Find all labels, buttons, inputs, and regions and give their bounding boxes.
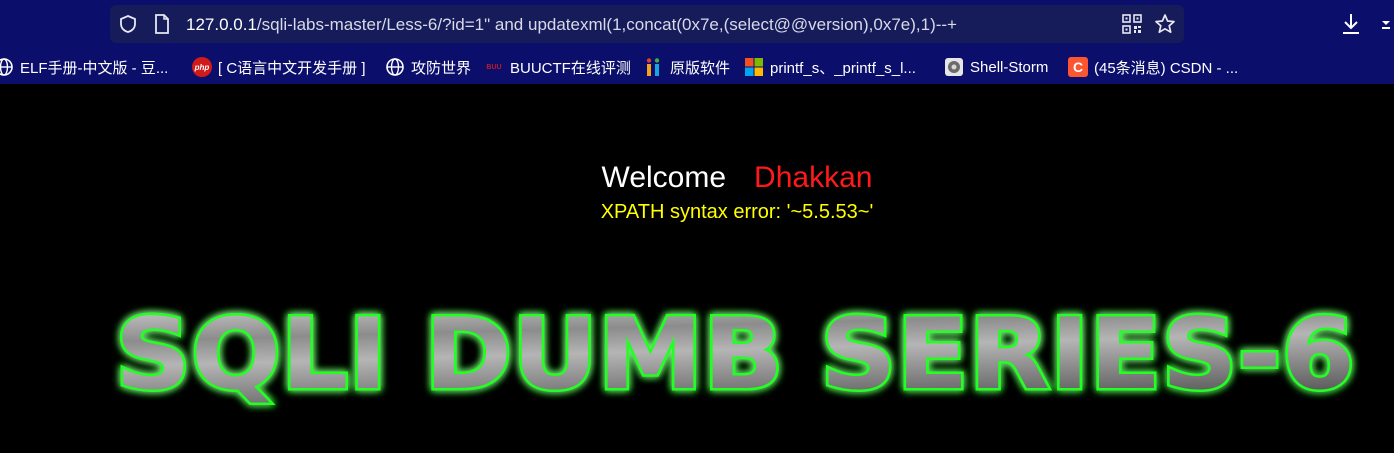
star-icon[interactable] bbox=[1154, 13, 1176, 35]
page-content: Welcome Dhakkan XPATH syntax error: '~5.5… bbox=[0, 84, 1394, 453]
globe-icon bbox=[385, 57, 405, 77]
bookmark-itellyou[interactable]: 原版软件 bbox=[644, 56, 730, 78]
bookmark-adworld[interactable]: 攻防世界 bbox=[385, 56, 471, 78]
bookmark-label: [ C语言中文开发手册 ] bbox=[218, 59, 366, 77]
bookmark-c-manual[interactable]: php [ C语言中文开发手册 ] bbox=[192, 56, 366, 78]
buuctf-icon: BUU bbox=[486, 63, 502, 71]
bookmark-buuctf[interactable]: BUU BUUCTF在线评测 bbox=[484, 56, 631, 78]
url-path: /sqli-labs-master/Less-6/?id=1" and upda… bbox=[256, 15, 957, 34]
download-icon[interactable] bbox=[1340, 12, 1362, 36]
bookmark-label: ELF手册-中文版 - 豆... bbox=[20, 59, 169, 77]
banner-title: SQLI DUMB SERIES-6 bbox=[113, 296, 1358, 415]
php-icon: php bbox=[192, 57, 212, 77]
overflow-icon[interactable] bbox=[1378, 12, 1394, 36]
bookmark-shell-storm[interactable]: Shell-Storm bbox=[944, 56, 1048, 78]
browser-toolbar: 127.0.0.1/sqli-labs-master/Less-6/?id=1"… bbox=[0, 0, 1394, 50]
banner-text: SQLI DUMB SERIES-6 bbox=[115, 298, 1355, 412]
page-icon bbox=[155, 14, 169, 34]
bookmark-label: BUUCTF在线评测 bbox=[510, 59, 631, 77]
bookmark-printf[interactable]: printf_s、_printf_s_l... bbox=[744, 56, 916, 78]
bookmarks-bar: ELF手册-中文版 - 豆... php [ C语言中文开发手册 ] 攻防世界 … bbox=[0, 50, 1394, 84]
bookmark-elf-manual[interactable]: ELF手册-中文版 - 豆... bbox=[0, 56, 168, 78]
windows-icon bbox=[744, 57, 764, 77]
globe-icon bbox=[0, 57, 14, 77]
xpath-error-message: XPATH syntax error: '~5.5.53~' bbox=[600, 201, 874, 223]
bookmark-label: Shell-Storm bbox=[970, 58, 1049, 76]
welcome-line: Welcome Dhakkan bbox=[0, 160, 1394, 196]
itellyou-icon bbox=[644, 57, 664, 77]
shield-icon[interactable] bbox=[118, 14, 138, 34]
bookmark-label: 原版软件 bbox=[670, 59, 731, 77]
user-name: Dhakkan bbox=[754, 161, 873, 194]
url-host: 127.0.0.1 bbox=[186, 15, 257, 34]
url-text[interactable]: 127.0.0.1/sqli-labs-master/Less-6/?id=1"… bbox=[186, 14, 1106, 36]
shell-storm-icon bbox=[944, 57, 964, 77]
qr-code-icon[interactable] bbox=[1122, 14, 1142, 34]
welcome-text: Welcome bbox=[601, 161, 727, 194]
address-bar[interactable]: 127.0.0.1/sqli-labs-master/Less-6/?id=1"… bbox=[110, 5, 1184, 43]
csdn-icon: C bbox=[1068, 57, 1088, 77]
bookmark-label: printf_s、_printf_s_l... bbox=[770, 59, 916, 77]
bookmark-label: 攻防世界 bbox=[411, 59, 472, 77]
bookmark-csdn[interactable]: C (45条消息) CSDN - ... bbox=[1068, 56, 1238, 78]
bookmark-label: (45条消息) CSDN - ... bbox=[1094, 59, 1239, 77]
